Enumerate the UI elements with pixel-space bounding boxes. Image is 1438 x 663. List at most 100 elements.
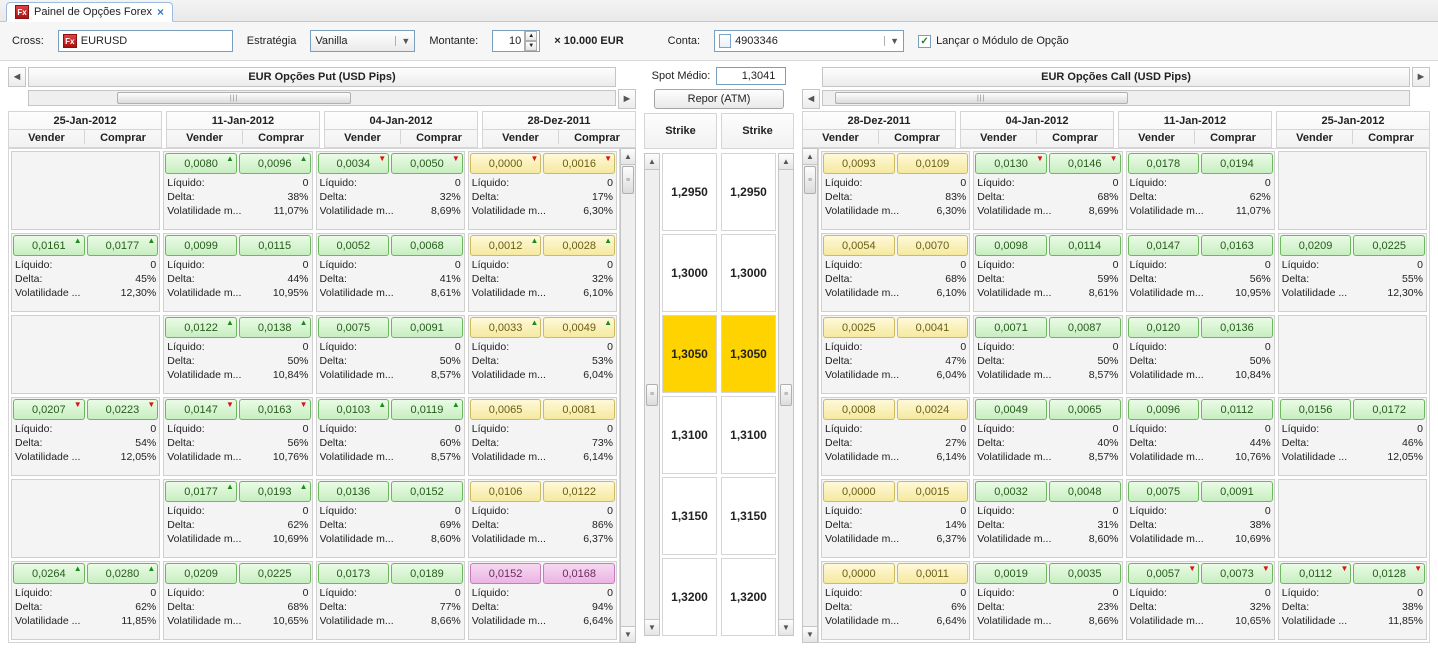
price-button[interactable]: 0,0168 bbox=[543, 563, 615, 584]
price-button[interactable]: 0,0096▲ bbox=[239, 153, 311, 174]
price-button[interactable]: 0,0035 bbox=[1049, 563, 1121, 584]
nav-left-icon[interactable]: ◄ bbox=[8, 67, 26, 87]
price-button[interactable]: 0,0000 bbox=[823, 563, 895, 584]
price-button[interactable]: 0,0000▼ bbox=[470, 153, 542, 174]
price-button[interactable]: 0,0070 bbox=[897, 235, 969, 256]
price-button[interactable]: 0,0049 bbox=[975, 399, 1047, 420]
price-button[interactable]: 0,0103▲ bbox=[318, 399, 390, 420]
price-button[interactable]: 0,0048 bbox=[1049, 481, 1121, 502]
launch-checkbox[interactable]: ✓ bbox=[918, 35, 931, 48]
spin-up-icon[interactable]: ▲ bbox=[525, 31, 537, 41]
price-button[interactable]: 0,0147▼ bbox=[165, 399, 237, 420]
strike-row[interactable]: 1,32001,3200 bbox=[662, 558, 776, 636]
price-button[interactable]: 0,0016▼ bbox=[543, 153, 615, 174]
price-button[interactable]: 0,0122▲ bbox=[165, 317, 237, 338]
repor-button[interactable]: Repor (ATM) bbox=[654, 89, 784, 109]
price-button[interactable]: 0,0073▼ bbox=[1201, 563, 1273, 584]
price-button[interactable]: 0,0019 bbox=[975, 563, 1047, 584]
price-button[interactable]: 0,0156 bbox=[1280, 399, 1352, 420]
price-button[interactable]: 0,0080▲ bbox=[165, 153, 237, 174]
put-vscroll[interactable]: ▲ ≡ ▼ bbox=[620, 148, 636, 643]
mid-vscroll-left[interactable]: ▲ ≡ ▼ bbox=[644, 153, 660, 636]
strike-row[interactable]: 1,29501,2950 bbox=[662, 153, 776, 231]
account-select[interactable]: 4903346 ▼ bbox=[714, 30, 904, 52]
price-button[interactable]: 0,0011 bbox=[897, 563, 969, 584]
price-button[interactable]: 0,0280▲ bbox=[87, 563, 159, 584]
price-button[interactable]: 0,0152 bbox=[470, 563, 542, 584]
price-button[interactable]: 0,0114 bbox=[1049, 235, 1121, 256]
price-button[interactable]: 0,0112▼ bbox=[1280, 563, 1352, 584]
scroll-down-icon[interactable]: ▼ bbox=[645, 619, 659, 635]
price-button[interactable]: 0,0099 bbox=[165, 235, 237, 256]
strike-row[interactable]: 1,31001,3100 bbox=[662, 396, 776, 474]
call-hscroll[interactable]: ||| bbox=[822, 90, 1410, 106]
spot-value[interactable]: 1,3041 bbox=[716, 67, 786, 85]
scroll-up-icon[interactable]: ▲ bbox=[779, 154, 793, 170]
price-button[interactable]: 0,0065 bbox=[470, 399, 542, 420]
mid-vscroll-right[interactable]: ▲ ≡ ▼ bbox=[778, 153, 794, 636]
price-button[interactable]: 0,0028▲ bbox=[543, 235, 615, 256]
nav-right-icon[interactable]: ► bbox=[618, 89, 636, 109]
price-button[interactable]: 0,0138▲ bbox=[239, 317, 311, 338]
price-button[interactable]: 0,0052 bbox=[318, 235, 390, 256]
amount-input[interactable]: 10 ▲ ▼ bbox=[492, 30, 540, 52]
price-button[interactable]: 0,0112 bbox=[1201, 399, 1273, 420]
strategy-select[interactable]: Vanilla ▼ bbox=[310, 30, 415, 52]
price-button[interactable]: 0,0209 bbox=[1280, 235, 1352, 256]
price-button[interactable]: 0,0024 bbox=[897, 399, 969, 420]
price-button[interactable]: 0,0130▼ bbox=[975, 153, 1047, 174]
price-button[interactable]: 0,0189 bbox=[391, 563, 463, 584]
price-button[interactable]: 0,0008 bbox=[823, 399, 895, 420]
price-button[interactable]: 0,0147 bbox=[1128, 235, 1200, 256]
price-button[interactable]: 0,0096 bbox=[1128, 399, 1200, 420]
price-button[interactable]: 0,0119▲ bbox=[391, 399, 463, 420]
price-button[interactable]: 0,0161▲ bbox=[13, 235, 85, 256]
price-button[interactable]: 0,0193▲ bbox=[239, 481, 311, 502]
price-button[interactable]: 0,0207▼ bbox=[13, 399, 85, 420]
price-button[interactable]: 0,0136 bbox=[318, 481, 390, 502]
price-button[interactable]: 0,0120 bbox=[1128, 317, 1200, 338]
scroll-down-icon[interactable]: ▼ bbox=[621, 626, 635, 642]
price-button[interactable]: 0,0223▼ bbox=[87, 399, 159, 420]
price-button[interactable]: 0,0098 bbox=[975, 235, 1047, 256]
price-button[interactable]: 0,0163 bbox=[1201, 235, 1273, 256]
price-button[interactable]: 0,0173 bbox=[318, 563, 390, 584]
price-button[interactable]: 0,0068 bbox=[391, 235, 463, 256]
nav-left-icon[interactable]: ◄ bbox=[802, 89, 820, 109]
price-button[interactable]: 0,0041 bbox=[897, 317, 969, 338]
price-button[interactable]: 0,0093 bbox=[823, 153, 895, 174]
price-button[interactable]: 0,0054 bbox=[823, 235, 895, 256]
scroll-up-icon[interactable]: ▲ bbox=[803, 149, 817, 165]
price-button[interactable]: 0,0050▼ bbox=[391, 153, 463, 174]
price-button[interactable]: 0,0115 bbox=[239, 235, 311, 256]
price-button[interactable]: 0,0065 bbox=[1049, 399, 1121, 420]
price-button[interactable]: 0,0209 bbox=[165, 563, 237, 584]
price-button[interactable]: 0,0071 bbox=[975, 317, 1047, 338]
price-button[interactable]: 0,0091 bbox=[1201, 481, 1273, 502]
price-button[interactable]: 0,0194 bbox=[1201, 153, 1273, 174]
price-button[interactable]: 0,0146▼ bbox=[1049, 153, 1121, 174]
price-button[interactable]: 0,0091 bbox=[391, 317, 463, 338]
price-button[interactable]: 0,0081 bbox=[543, 399, 615, 420]
price-button[interactable]: 0,0177▲ bbox=[87, 235, 159, 256]
price-button[interactable]: 0,0075 bbox=[1128, 481, 1200, 502]
price-button[interactable]: 0,0075 bbox=[318, 317, 390, 338]
scroll-down-icon[interactable]: ▼ bbox=[779, 619, 793, 635]
price-button[interactable]: 0,0172 bbox=[1353, 399, 1425, 420]
spin-down-icon[interactable]: ▼ bbox=[525, 41, 537, 51]
cross-input[interactable]: Fx EURUSD bbox=[58, 30, 233, 52]
price-button[interactable]: 0,0264▲ bbox=[13, 563, 85, 584]
strike-row[interactable]: 1,30001,3000 bbox=[662, 234, 776, 312]
price-button[interactable]: 0,0087 bbox=[1049, 317, 1121, 338]
strike-row[interactable]: 1,30501,3050 bbox=[662, 315, 776, 393]
price-button[interactable]: 0,0025 bbox=[823, 317, 895, 338]
price-button[interactable]: 0,0109 bbox=[897, 153, 969, 174]
put-hscroll[interactable]: ||| bbox=[28, 90, 616, 106]
call-vscroll[interactable]: ▲ ≡ ▼ bbox=[802, 148, 818, 643]
price-button[interactable]: 0,0033▲ bbox=[470, 317, 542, 338]
price-button[interactable]: 0,0015 bbox=[897, 481, 969, 502]
price-button[interactable]: 0,0128▼ bbox=[1353, 563, 1425, 584]
price-button[interactable]: 0,0152 bbox=[391, 481, 463, 502]
price-button[interactable]: 0,0032 bbox=[975, 481, 1047, 502]
scroll-up-icon[interactable]: ▲ bbox=[621, 149, 635, 165]
